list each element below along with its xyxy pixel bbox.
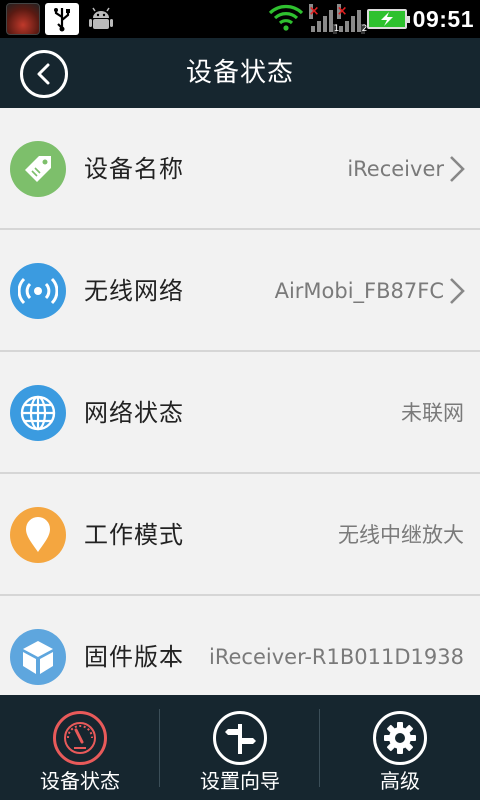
sim1-signal-icon: × 1: [308, 4, 340, 34]
nav-setup-wizard[interactable]: 设置向导: [160, 695, 320, 800]
battery-charging-icon: [366, 9, 410, 29]
chevron-right-icon: [450, 156, 465, 182]
clock: 09:51: [412, 5, 474, 32]
signpost-icon: [213, 711, 267, 765]
row-label: 无线网络: [84, 277, 184, 305]
gear-icon: [373, 711, 427, 765]
tag-icon: [10, 141, 66, 197]
nav-label: 高级: [380, 769, 420, 793]
row-value: 未联网: [401, 401, 464, 425]
system-icons: × 1 × 2 09:51: [267, 0, 474, 38]
network-status-row: 网络状态 未联网: [0, 352, 480, 474]
package-icon: [10, 629, 66, 685]
back-arrow-icon: [37, 63, 50, 85]
row-label: 网络状态: [84, 399, 184, 427]
nav-label: 设备状态: [40, 769, 120, 793]
status-bar: × 1 × 2 09:51: [0, 0, 480, 38]
row-value: 无线中继放大: [338, 523, 464, 547]
globe-icon: [10, 385, 66, 441]
speedometer-icon: [53, 711, 107, 765]
wireless-network-row[interactable]: 无线网络 AirMobi_FB87FC: [0, 230, 480, 352]
location-pin-icon: [10, 507, 66, 563]
firmware-version-row: 固件版本 iReceiver-R1B011D1938: [0, 596, 480, 695]
nav-advanced[interactable]: 高级: [320, 695, 480, 800]
wifi-icon: [267, 2, 305, 36]
row-label: 工作模式: [84, 521, 184, 549]
android-debug-icon: [84, 3, 118, 35]
app-notification-icon: [6, 3, 40, 35]
chevron-right-icon: [450, 278, 465, 304]
bottom-navigation: 设备状态 设置向导 高级: [0, 695, 480, 800]
page-title: 设备状态: [185, 58, 294, 88]
row-value: AirMobi_FB87FC: [274, 279, 444, 303]
row-label: 固件版本: [84, 643, 184, 671]
app-header: 设备状态: [0, 38, 480, 108]
wireless-icon: [10, 263, 66, 319]
back-button[interactable]: [20, 50, 68, 98]
device-status-list: 设备名称 iReceiver 无线网络 AirMobi_FB87FC 网络状态 …: [0, 108, 480, 695]
usb-icon: [45, 3, 79, 35]
work-mode-row: 工作模式 无线中继放大: [0, 474, 480, 596]
nav-label: 设置向导: [200, 769, 280, 793]
sim2-signal-icon: × 2: [336, 4, 368, 34]
notification-icons: [6, 3, 118, 35]
row-value: iReceiver-R1B011D1938: [209, 645, 464, 669]
row-value: iReceiver: [347, 157, 444, 181]
device-name-row[interactable]: 设备名称 iReceiver: [0, 108, 480, 230]
row-label: 设备名称: [84, 155, 184, 183]
nav-device-status[interactable]: 设备状态: [0, 695, 160, 800]
